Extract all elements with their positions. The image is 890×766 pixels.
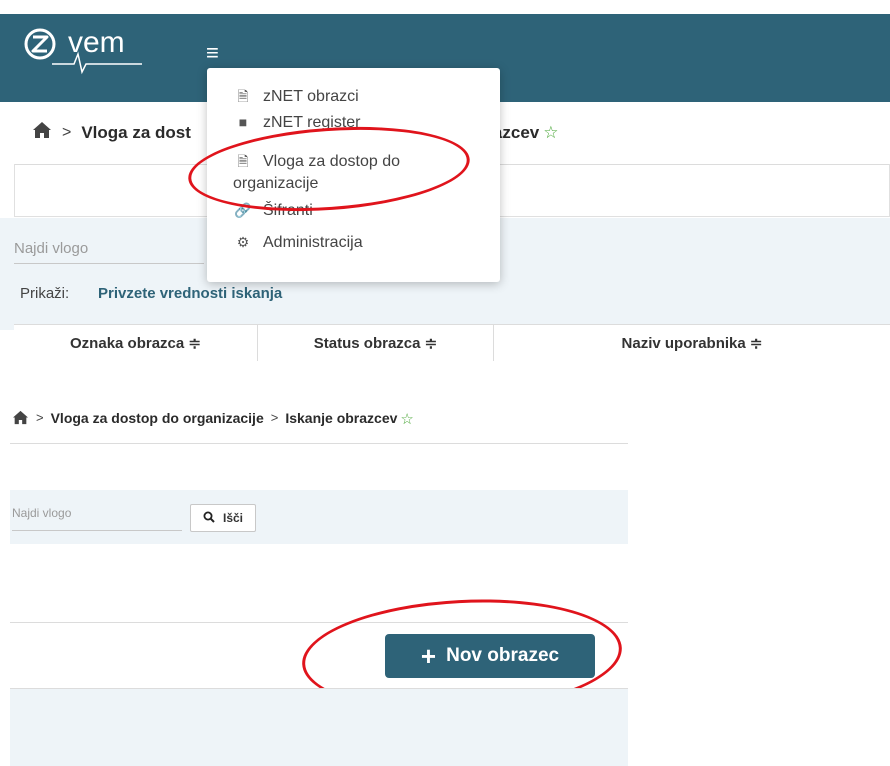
plus-icon: + [420, 641, 437, 671]
menu-item-znet-forms[interactable]: 🗎 zNET obrazci [207, 86, 500, 110]
breadcrumb-item[interactable]: Vloga za dost [81, 123, 191, 143]
default-search-values-link[interactable]: Privzete vrednosti iskanja [98, 285, 282, 302]
menu-item-administration[interactable]: ⚙ Administracija [207, 234, 500, 252]
column-header-form-status[interactable]: Status obrazca ≑ [258, 325, 494, 361]
menu-item-access-request[interactable]: 🗎 Vloga za dostop do organizacije [207, 150, 500, 195]
hamburger-menu-icon[interactable]: ≡ [206, 42, 219, 64]
document-icon: 🗎 [237, 153, 249, 169]
table-header: Oznaka obrazca ≑ Status obrazca ≑ Naziv … [14, 324, 890, 361]
menu-item-label: Vloga za dostop do [263, 153, 400, 170]
logo-text: vem [68, 26, 125, 59]
home-icon[interactable] [32, 121, 52, 145]
column-header-user-name[interactable]: Naziv uporabnika ≑ [494, 325, 890, 361]
toolbar-area [10, 444, 628, 491]
navigation-dropdown-menu: 🗎 zNET obrazci ■ zNET register 🗎 Vloga za d… [207, 68, 500, 282]
menu-item-label: organizacije [233, 175, 319, 192]
favorite-star-icon[interactable]: ☆ [400, 410, 413, 428]
new-form-button[interactable]: + Nov obrazec [385, 634, 595, 678]
menu-item-label: zNET register [263, 114, 361, 131]
document-icon: 🗎 [237, 88, 249, 104]
show-label: Prikaži: [20, 285, 70, 302]
menu-item-label: Šifranti [263, 202, 313, 219]
results-panel [10, 688, 628, 766]
column-header-form-code[interactable]: Oznaka obrazca ≑ [14, 325, 258, 361]
home-icon[interactable] [12, 410, 29, 430]
favorite-star-icon[interactable]: ☆ [543, 123, 558, 143]
search-icon [203, 511, 215, 526]
menu-item-label: zNET obrazci [263, 88, 359, 105]
file-icon: ■ [238, 114, 248, 130]
breadcrumb-separator: > [270, 410, 279, 425]
search-input[interactable]: Najdi vlogo [12, 506, 182, 531]
search-button-label: Išči [222, 511, 243, 525]
search-button[interactable]: Išči [190, 504, 256, 532]
breadcrumb-item[interactable]: Vloga za dostop do organizacije [51, 410, 264, 426]
menu-item-codebooks[interactable]: 🔗 Šifranti [207, 202, 500, 220]
breadcrumb-separator: > [62, 124, 72, 141]
menu-item-znet-register[interactable]: ■ zNET register [207, 114, 500, 132]
divider [10, 622, 628, 623]
breadcrumb: > Vloga za dostop do organizacije > Iska… [10, 400, 628, 444]
link-icon: 🔗 [234, 202, 252, 218]
breadcrumb-separator: > [36, 410, 44, 425]
breadcrumb-item: Iskanje obrazcev [285, 410, 398, 426]
gears-icon: ⚙ [236, 234, 250, 250]
menu-item-label: Administracija [263, 234, 363, 251]
search-input[interactable]: Najdi vlogo [14, 226, 204, 264]
new-form-button-label: Nov obrazec [446, 645, 560, 666]
zvem-logo[interactable]: vem [22, 20, 162, 84]
